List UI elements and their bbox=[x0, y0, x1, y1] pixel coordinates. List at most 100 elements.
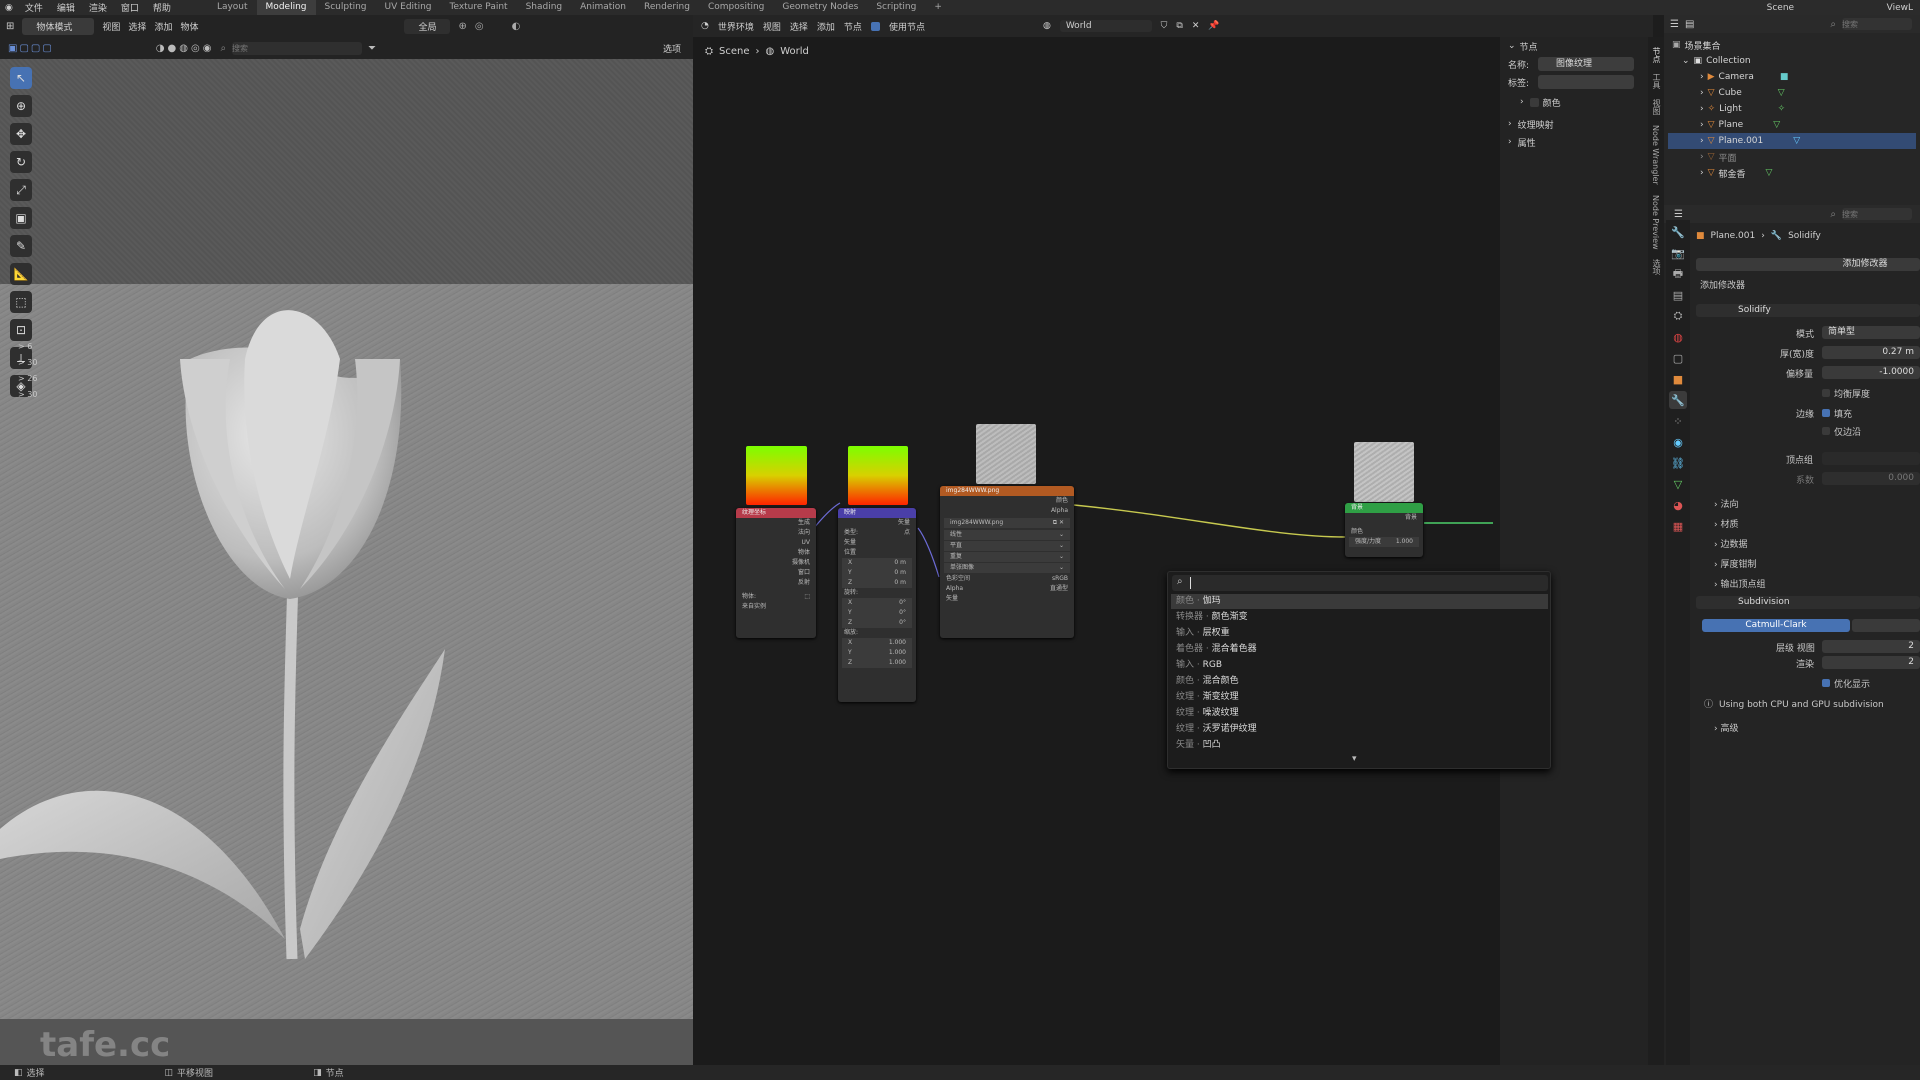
tab-options[interactable]: 选项 bbox=[1651, 259, 1662, 275]
tab-tool[interactable]: 工具 bbox=[1651, 73, 1662, 89]
node-section-header[interactable]: ⌄ 节点 bbox=[1500, 37, 1648, 55]
add-modifier-button[interactable]: 添加修改器 bbox=[1696, 258, 1920, 271]
render-tab-icon[interactable]: 📷 bbox=[1669, 244, 1687, 262]
blender-logo-icon[interactable]: ◉ bbox=[0, 3, 18, 13]
only-rim-checkbox[interactable]: 仅边沿 bbox=[1822, 425, 1861, 438]
viewport-menu-object[interactable]: 物体 bbox=[180, 20, 198, 33]
levels-viewport-field[interactable]: 2 bbox=[1822, 640, 1920, 653]
tab-animation[interactable]: Animation bbox=[571, 0, 635, 15]
tab-node-wrangler[interactable]: Node Wrangler bbox=[1651, 125, 1660, 185]
scale-x[interactable]: X 1.000 bbox=[842, 638, 912, 648]
node-menu-add[interactable]: 添加 bbox=[817, 20, 835, 33]
subpanel-edge-data[interactable]: › 边数据 bbox=[1714, 537, 1747, 550]
extra-tool-icon[interactable]: ⊡ bbox=[10, 319, 32, 341]
mode-selector[interactable]: 物体模式 bbox=[22, 17, 95, 35]
simple-button[interactable] bbox=[1852, 619, 1920, 632]
rotation-z[interactable]: Z 0° bbox=[842, 618, 912, 628]
world-name-field[interactable]: World bbox=[1059, 20, 1152, 32]
viewport-menu-view[interactable]: 视图 bbox=[102, 20, 120, 33]
viewport-menu-select[interactable]: 选择 bbox=[128, 20, 146, 33]
mapping-node[interactable]: 映射 矢量 类型: 点 矢量 位置 X0 m Y0 m Z0 m 旋转: X 0° … bbox=[838, 508, 916, 702]
options-dropdown[interactable]: 选项 bbox=[663, 42, 681, 55]
image-file-field[interactable]: img284WWW.png ⧉ ✕ bbox=[944, 518, 1070, 528]
color-subpanel[interactable]: › 颜色 bbox=[1500, 93, 1648, 111]
transform-tool-icon[interactable]: ▣ bbox=[10, 207, 32, 229]
outliner-item-light[interactable]: › ✧ Light ✧ bbox=[1700, 101, 1900, 117]
scale-y[interactable]: Y 1.000 bbox=[842, 648, 912, 658]
node-search-input[interactable]: ⌕ bbox=[1172, 575, 1548, 591]
socket-vector-in[interactable]: 矢量 bbox=[940, 594, 1074, 604]
move-tool-icon[interactable]: ✥ bbox=[10, 123, 32, 145]
select-tool-icon[interactable]: ↖ bbox=[10, 67, 32, 89]
output-tab-icon[interactable]: 🖶 bbox=[1669, 265, 1687, 283]
measure-tool-icon[interactable]: 📐 bbox=[10, 263, 32, 285]
collection-row[interactable]: > 6 bbox=[18, 339, 37, 355]
scene-tab-icon[interactable]: ⛭ bbox=[1669, 307, 1687, 325]
subpanel-thickness-clamp[interactable]: › 厚度钳制 bbox=[1714, 557, 1756, 570]
select-mode-icons[interactable]: ▣▢▢▢ bbox=[8, 43, 54, 54]
fake-user-icon[interactable]: ⛉ bbox=[1161, 21, 1168, 31]
socket-camera[interactable]: 摄像机 bbox=[736, 558, 816, 568]
search-result[interactable]: 颜色 · 混合颜色 bbox=[1171, 674, 1548, 689]
socket-vector-in[interactable]: 矢量 bbox=[838, 538, 916, 548]
scene-selector[interactable]: Scene bbox=[1760, 3, 1880, 13]
catmull-clark-button[interactable]: Catmull-Clark bbox=[1702, 619, 1850, 632]
socket-reflection[interactable]: 反射 bbox=[736, 578, 816, 588]
particles-tab-icon[interactable]: ⁘ bbox=[1669, 412, 1687, 430]
scroll-down-arrow[interactable]: ▾ bbox=[1352, 754, 1357, 764]
properties-editor-icon[interactable]: ☰ bbox=[1674, 209, 1683, 220]
subdivision-header[interactable]: Subdivision bbox=[1696, 596, 1920, 609]
menu-help[interactable]: 帮助 bbox=[146, 1, 178, 14]
texture-mapping-panel[interactable]: › 纹理映射 bbox=[1500, 115, 1648, 133]
tab-view[interactable]: 视图 bbox=[1651, 99, 1662, 115]
node-menu-select[interactable]: 选择 bbox=[790, 20, 808, 33]
pin-icon[interactable]: 📌 bbox=[1208, 21, 1219, 31]
outliner-item-cube[interactable]: › ▽ Cube ▽ bbox=[1700, 85, 1900, 101]
optimal-display-checkbox[interactable]: 优化显示 bbox=[1822, 677, 1870, 690]
use-nodes-checkbox[interactable] bbox=[870, 21, 880, 31]
shading-mode-icons[interactable]: ◑●◍◎◉ bbox=[156, 43, 215, 54]
outliner-editor-icon[interactable]: ☰ bbox=[1670, 19, 1679, 30]
outliner-item-tulip[interactable]: › ▽ 郁金香 ▽ bbox=[1700, 165, 1900, 181]
properties-search-input[interactable] bbox=[1842, 208, 1912, 220]
tab-sculpting[interactable]: Sculpting bbox=[316, 0, 376, 15]
even-thickness-checkbox[interactable]: 均衡厚度 bbox=[1822, 387, 1870, 400]
location-y[interactable]: Y0 m bbox=[842, 568, 912, 578]
tab-rendering[interactable]: Rendering bbox=[635, 0, 699, 15]
factor-field[interactable]: 0.000 bbox=[1822, 472, 1920, 485]
outliner-display-icon[interactable]: ▤ bbox=[1685, 19, 1694, 30]
transform-orientation[interactable]: 全局 bbox=[404, 18, 451, 34]
modifier-tab-icon[interactable]: 🔧 bbox=[1669, 391, 1687, 409]
world-type-selector[interactable]: 世界环境 bbox=[718, 20, 754, 33]
breadcrumb-object[interactable]: Plane.001 bbox=[1711, 231, 1756, 241]
object-field[interactable]: 物体: ⬚ bbox=[736, 592, 816, 602]
socket-vector-out[interactable]: 矢量 bbox=[838, 518, 916, 528]
background-node[interactable]: 背景 背景 颜色 强度/力度 1.000 bbox=[1345, 503, 1423, 557]
add-cube-tool-icon[interactable]: ⬚ bbox=[10, 291, 32, 313]
subpanel-normals[interactable]: › 法向 bbox=[1714, 497, 1738, 510]
search-result[interactable]: 矢量 · 凹凸 bbox=[1171, 738, 1548, 753]
material-tab-icon[interactable]: ◕ bbox=[1669, 496, 1687, 514]
tulip-model[interactable] bbox=[0, 59, 693, 1065]
outliner-item-camera[interactable]: › ▶ Camera ■ bbox=[1700, 69, 1900, 85]
collection-item[interactable]: ⌄ ▣ Collection bbox=[1682, 53, 1751, 69]
search-result[interactable]: 颜色 · 伽玛 bbox=[1171, 594, 1548, 609]
colorspace-dropdown[interactable]: 色彩空间 sRGB bbox=[940, 574, 1074, 584]
menu-file[interactable]: 文件 bbox=[18, 1, 50, 14]
subpanel-materials[interactable]: › 材质 bbox=[1714, 517, 1738, 530]
socket-window[interactable]: 窗口 bbox=[736, 568, 816, 578]
add-workspace-button[interactable]: + bbox=[925, 0, 951, 15]
tab-scripting[interactable]: Scripting bbox=[867, 0, 925, 15]
node-name-field[interactable]: 图像纹理 bbox=[1538, 57, 1634, 71]
menu-edit[interactable]: 编辑 bbox=[50, 1, 82, 14]
tab-shading[interactable]: Shading bbox=[517, 0, 572, 15]
socket-object[interactable]: 物体 bbox=[736, 548, 816, 558]
tab-node[interactable]: 节点 bbox=[1651, 47, 1662, 63]
socket-uv[interactable]: UV bbox=[736, 538, 816, 548]
object-tab-icon[interactable]: ■ bbox=[1669, 370, 1687, 388]
subpanel-output-vgroups[interactable]: › 输出顶点组 bbox=[1714, 577, 1765, 590]
subpanel-advanced[interactable]: › 高级 bbox=[1714, 721, 1738, 734]
node-menu-node[interactable]: 节点 bbox=[844, 20, 862, 33]
offset-field[interactable]: -1.0000 bbox=[1822, 366, 1920, 379]
vertex-group-field[interactable] bbox=[1822, 452, 1920, 465]
